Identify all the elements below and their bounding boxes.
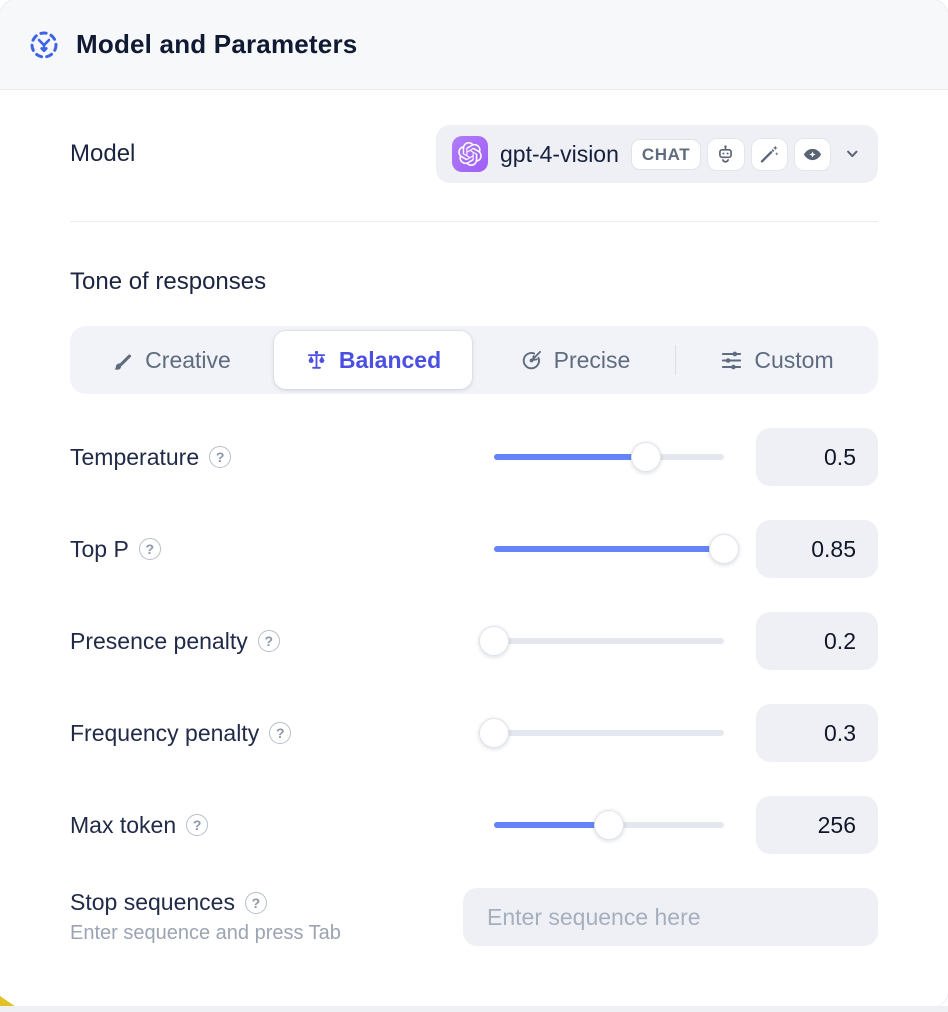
slider-handle[interactable] xyxy=(631,442,661,472)
tone-option-custom[interactable]: Custom xyxy=(678,331,876,389)
stop-sequences-label: Stop sequences xyxy=(70,889,235,916)
help-icon[interactable]: ? xyxy=(245,892,267,914)
param-row-presence-penalty: Presence penalty ? 0.2 xyxy=(70,612,878,670)
tone-segmented-control: Creative Balanced Precise xyxy=(70,326,878,394)
slider-fill xyxy=(494,822,609,828)
focus-icon xyxy=(28,29,60,61)
tone-option-precise[interactable]: Precise xyxy=(476,331,674,389)
wand-sparkles-icon xyxy=(751,138,788,171)
tone-option-creative[interactable]: Creative xyxy=(72,331,270,389)
top-p-slider[interactable] xyxy=(494,534,724,564)
target-icon xyxy=(520,349,543,372)
tone-option-label: Creative xyxy=(145,347,231,374)
vision-eye-icon xyxy=(794,138,831,171)
temperature-slider[interactable] xyxy=(494,442,724,472)
help-icon[interactable]: ? xyxy=(186,814,208,836)
param-label-text: Top P xyxy=(70,536,129,563)
section-divider xyxy=(70,221,878,222)
stop-sequences-row: Stop sequences ? Enter sequence and pres… xyxy=(70,888,878,946)
slider-track[interactable] xyxy=(494,638,724,644)
frequency-penalty-value[interactable]: 0.3 xyxy=(756,704,878,762)
param-row-max-token: Max token ? 256 xyxy=(70,796,878,854)
stop-sequence-input[interactable] xyxy=(463,888,878,946)
panel-header: Model and Parameters xyxy=(0,0,948,90)
param-label-text: Frequency penalty xyxy=(70,720,259,747)
slider-handle[interactable] xyxy=(479,718,509,748)
param-label: Frequency penalty ? xyxy=(70,720,494,747)
tone-option-label: Balanced xyxy=(339,347,441,374)
tone-option-label: Precise xyxy=(554,347,631,374)
slider-fill xyxy=(494,546,724,552)
page-background-strip xyxy=(0,1006,948,1012)
max-token-slider[interactable] xyxy=(494,810,724,840)
param-label-text: Presence penalty xyxy=(70,628,248,655)
presence-penalty-slider[interactable] xyxy=(494,626,724,656)
model-select[interactable]: gpt-4-vision CHAT xyxy=(436,125,878,183)
help-icon[interactable]: ? xyxy=(139,538,161,560)
help-icon[interactable]: ? xyxy=(209,446,231,468)
param-row-top-p: Top P ? 0.85 xyxy=(70,520,878,578)
slider-handle[interactable] xyxy=(709,534,739,564)
selected-model-name: gpt-4-vision xyxy=(500,141,619,168)
param-label-text: Max token xyxy=(70,812,176,839)
scales-icon xyxy=(305,349,328,372)
param-label: Temperature ? xyxy=(70,444,494,471)
model-parameters-panel: Model and Parameters Model gpt-4-vision … xyxy=(0,0,948,1007)
temperature-value[interactable]: 0.5 xyxy=(756,428,878,486)
sliders-icon xyxy=(720,349,743,372)
slider-handle[interactable] xyxy=(479,626,509,656)
model-row: Model gpt-4-vision CHAT xyxy=(70,125,878,183)
tone-option-balanced[interactable]: Balanced xyxy=(274,331,472,389)
param-row-temperature: Temperature ? 0.5 xyxy=(70,428,878,486)
tone-option-label: Custom xyxy=(754,347,833,374)
help-icon[interactable]: ? xyxy=(258,630,280,652)
slider-handle[interactable] xyxy=(594,810,624,840)
model-label: Model xyxy=(70,140,135,168)
top-p-value[interactable]: 0.85 xyxy=(756,520,878,578)
model-type-badge: CHAT xyxy=(631,139,701,170)
param-label: Presence penalty ? xyxy=(70,628,494,655)
stop-sequences-hint: Enter sequence and press Tab xyxy=(70,922,463,945)
tone-section-title: Tone of responses xyxy=(70,268,878,296)
frequency-penalty-slider[interactable] xyxy=(494,718,724,748)
max-token-value[interactable]: 256 xyxy=(756,796,878,854)
page-title: Model and Parameters xyxy=(76,29,357,60)
chevron-down-icon xyxy=(843,144,862,164)
param-row-frequency-penalty: Frequency penalty ? 0.3 xyxy=(70,704,878,762)
param-label-text: Temperature xyxy=(70,444,199,471)
stop-sequences-labels: Stop sequences ? Enter sequence and pres… xyxy=(70,889,463,945)
param-label: Max token ? xyxy=(70,812,494,839)
help-icon[interactable]: ? xyxy=(269,722,291,744)
slider-track[interactable] xyxy=(494,730,724,736)
slider-fill xyxy=(494,454,646,460)
openai-logo-icon xyxy=(452,136,488,172)
param-label: Top P ? xyxy=(70,536,494,563)
bot-icon xyxy=(707,138,744,171)
presence-penalty-value[interactable]: 0.2 xyxy=(756,612,878,670)
brush-icon xyxy=(111,349,134,372)
